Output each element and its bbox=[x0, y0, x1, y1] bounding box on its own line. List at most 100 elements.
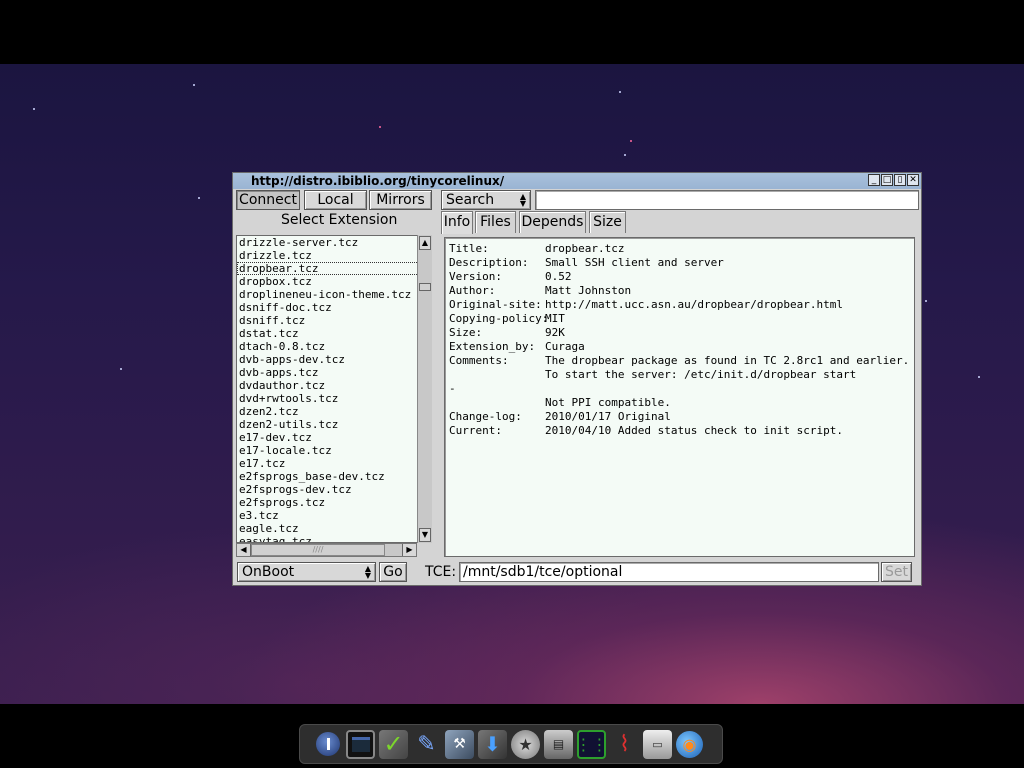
info-key: Size: bbox=[449, 326, 483, 339]
info-key: Original-site: bbox=[449, 298, 542, 311]
info-key: Title: bbox=[449, 242, 489, 255]
info-key: Extension_by: bbox=[449, 340, 536, 353]
tab-files[interactable]: Files bbox=[475, 211, 516, 233]
wbar-dock: ✓ ✎ ⚒ ⬇ ★ ▤ ⋮⋮ ⌇ ▭ ◉ bbox=[299, 724, 723, 764]
list-item[interactable]: dtach-0.8.tcz bbox=[237, 340, 431, 353]
run-icon[interactable]: ★ bbox=[511, 729, 540, 759]
list-item[interactable]: dstat.tcz bbox=[237, 327, 431, 340]
extension-list-hscrollbar[interactable]: ◀ //// ▶ bbox=[236, 543, 417, 557]
info-row: Current: 2010/04/10 Added status check to… bbox=[449, 424, 843, 438]
tab-size[interactable]: Size bbox=[589, 211, 626, 233]
terminal-icon[interactable] bbox=[346, 729, 375, 759]
info-value: 2010/04/10 Added status check to init sc… bbox=[545, 424, 844, 437]
close-icon[interactable]: ✕ bbox=[907, 174, 919, 186]
tce-path-input[interactable]: /mnt/sdb1/tce/optional bbox=[459, 562, 879, 582]
info-key: Comments: bbox=[449, 354, 509, 367]
star bbox=[630, 140, 632, 142]
list-item[interactable]: droplineneu-icon-theme.tcz bbox=[237, 288, 431, 301]
list-item[interactable]: eagle.tcz bbox=[237, 522, 431, 535]
maximize-icon[interactable]: □ bbox=[881, 174, 893, 186]
top-black-bar bbox=[0, 0, 1024, 64]
chevron-updown-icon: ▲ ▼ bbox=[364, 564, 371, 580]
info-row: - bbox=[449, 382, 456, 396]
info-row: Version: 0.52 bbox=[449, 270, 572, 284]
tools-icon[interactable]: ⚒ bbox=[445, 729, 474, 759]
sd-card-icon[interactable]: ▭ bbox=[643, 729, 672, 759]
list-item-selected[interactable]: dropbear.tcz bbox=[237, 262, 431, 275]
star bbox=[978, 376, 980, 378]
brush-icon[interactable]: ✎ bbox=[412, 730, 441, 759]
list-item[interactable]: e2fsprogs-dev.tcz bbox=[237, 483, 431, 496]
list-item[interactable]: drizzle.tcz bbox=[237, 249, 431, 262]
info-value: dropbear.tcz bbox=[545, 242, 625, 255]
connect-button[interactable]: Connect bbox=[236, 190, 300, 210]
apps-check-icon[interactable]: ✓ bbox=[379, 729, 408, 759]
info-row: Original-site: http://matt.ucc.asn.au/dro… bbox=[449, 298, 843, 312]
install-mode-select[interactable]: OnBoot ▲ ▼ bbox=[237, 562, 376, 582]
mirrors-button[interactable]: Mirrors bbox=[369, 190, 432, 210]
scroll-down-icon[interactable]: ▼ bbox=[419, 528, 431, 542]
drive-icon[interactable]: ▤ bbox=[544, 729, 573, 759]
download-icon[interactable]: ⬇ bbox=[478, 729, 507, 759]
list-item[interactable]: dzen2.tcz bbox=[237, 405, 431, 418]
list-item[interactable]: drizzle-server.tcz bbox=[237, 236, 431, 249]
scroll-right-icon[interactable]: ▶ bbox=[402, 544, 416, 556]
local-button[interactable]: Local bbox=[304, 190, 367, 210]
info-value: Small SSH client and server bbox=[545, 256, 724, 269]
info-key: Copying-policy: bbox=[449, 312, 549, 325]
list-item[interactable]: dvd+rwtools.tcz bbox=[237, 392, 431, 405]
scroll-thumb[interactable] bbox=[419, 283, 431, 291]
list-item[interactable]: e2fsprogs_base-dev.tcz bbox=[237, 470, 431, 483]
info-row: Description: Small SSH client and server bbox=[449, 256, 724, 270]
scroll-up-icon[interactable]: ▲ bbox=[419, 236, 431, 250]
list-item[interactable]: dropbox.tcz bbox=[237, 275, 431, 288]
info-key: Current: bbox=[449, 424, 502, 437]
restore-icon[interactable]: ▯ bbox=[894, 174, 906, 186]
list-item[interactable]: e3.tcz bbox=[237, 509, 431, 522]
info-panel: Title: dropbear.tcz Description: Small SSH… bbox=[444, 237, 915, 557]
search-mode-select[interactable]: Search ▲ ▼ bbox=[441, 190, 531, 210]
list-item[interactable]: dvb-apps.tcz bbox=[237, 366, 431, 379]
hscroll-thumb[interactable]: //// bbox=[251, 544, 385, 556]
window-titlebar[interactable]: http://distro.ibiblio.org/tinycorelinux/… bbox=[233, 173, 921, 189]
wifi-icon[interactable]: ⌇ bbox=[610, 730, 639, 759]
info-row: Comments: The dropbear package as found i… bbox=[449, 354, 909, 368]
list-item[interactable]: dsniff.tcz bbox=[237, 314, 431, 327]
tab-depends[interactable]: Depends bbox=[519, 211, 586, 233]
install-mode-value: OnBoot bbox=[242, 564, 295, 580]
list-item[interactable]: e2fsprogs.tcz bbox=[237, 496, 431, 509]
extension-list-vscrollbar[interactable]: ▲ ▼ bbox=[417, 235, 432, 543]
power-icon[interactable] bbox=[316, 732, 340, 756]
info-value: Not PPI compatible. bbox=[545, 396, 671, 409]
appbrowser-window: http://distro.ibiblio.org/tinycorelinux/… bbox=[232, 172, 922, 586]
list-item[interactable]: dzen2-utils.tcz bbox=[237, 418, 431, 431]
info-value: To start the server: /etc/init.d/dropbea… bbox=[545, 368, 857, 381]
scroll-left-icon[interactable]: ◀ bbox=[237, 544, 251, 556]
star bbox=[925, 300, 927, 302]
minimize-icon[interactable]: _ bbox=[868, 174, 880, 186]
extension-list[interactable]: drizzle-server.tcz drizzle.tcz dropbear.… bbox=[236, 235, 432, 543]
list-item[interactable]: dsniff-doc.tcz bbox=[237, 301, 431, 314]
list-item[interactable]: e17.tcz bbox=[237, 457, 431, 470]
info-row: Title: dropbear.tcz bbox=[449, 242, 624, 256]
info-value: 0.52 bbox=[545, 270, 572, 283]
star bbox=[624, 154, 626, 156]
search-mode-value: Search bbox=[446, 192, 495, 208]
list-item[interactable]: dvdauthor.tcz bbox=[237, 379, 431, 392]
search-input[interactable] bbox=[535, 190, 919, 210]
info-value: Matt Johnston bbox=[545, 284, 632, 297]
browser-globe-icon[interactable]: ◉ bbox=[676, 730, 703, 758]
list-item[interactable]: e17-locale.tcz bbox=[237, 444, 431, 457]
network-monitor-icon[interactable]: ⋮⋮ bbox=[576, 729, 608, 759]
tce-label: TCE: bbox=[425, 564, 457, 580]
list-item[interactable]: e17-dev.tcz bbox=[237, 431, 431, 444]
info-value: 2010/01/17 Original bbox=[545, 410, 671, 423]
set-button[interactable]: Set bbox=[881, 562, 912, 582]
star bbox=[120, 368, 122, 370]
tab-info[interactable]: Info bbox=[441, 211, 473, 234]
list-item[interactable]: dvb-apps-dev.tcz bbox=[237, 353, 431, 366]
star bbox=[193, 84, 195, 86]
list-item[interactable]: easytag.tcz bbox=[237, 535, 431, 542]
go-button[interactable]: Go bbox=[379, 562, 407, 582]
info-value: 92K bbox=[545, 326, 565, 339]
